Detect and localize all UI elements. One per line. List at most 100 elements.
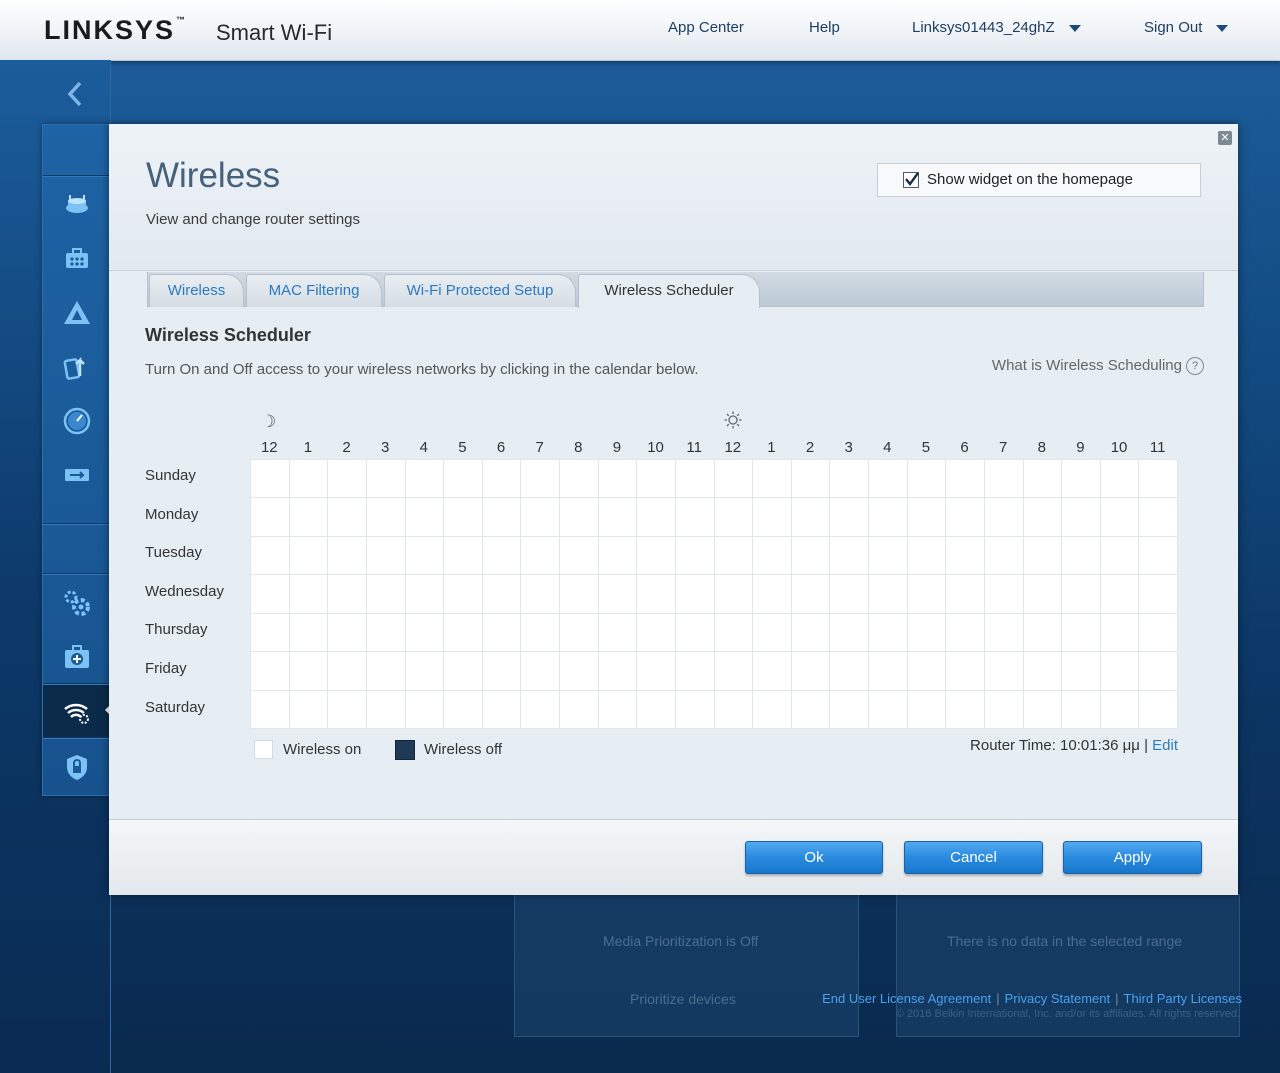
schedule-cell[interactable] — [1023, 460, 1063, 499]
schedule-cell[interactable] — [946, 460, 985, 499]
schedule-cell[interactable] — [714, 536, 754, 576]
linksys-logo[interactable]: LINKSYS™ — [44, 15, 185, 46]
schedule-cell[interactable] — [1139, 652, 1178, 691]
schedule-cell[interactable] — [675, 498, 715, 537]
schedule-cell[interactable] — [366, 613, 406, 653]
schedule-cell[interactable] — [482, 613, 522, 653]
tab-wireless[interactable]: Wireless — [149, 274, 244, 307]
schedule-cell[interactable] — [753, 575, 792, 614]
schedule-cell[interactable] — [869, 575, 908, 614]
schedule-cell[interactable] — [753, 536, 792, 576]
schedule-cell[interactable] — [289, 536, 329, 576]
schedule-cell[interactable] — [637, 536, 676, 576]
schedule-cell[interactable] — [405, 536, 445, 576]
schedule-cell[interactable] — [907, 536, 947, 576]
edit-time-link[interactable]: Edit — [1152, 737, 1178, 754]
schedule-cell[interactable] — [251, 652, 290, 691]
schedule-cell[interactable] — [753, 690, 792, 729]
schedule-cell[interactable] — [1062, 536, 1101, 576]
apply-button[interactable]: Apply — [1063, 841, 1202, 874]
schedule-cell[interactable] — [830, 498, 869, 537]
schedule-cell[interactable] — [869, 460, 908, 499]
schedule-cell[interactable] — [1100, 652, 1140, 691]
schedule-cell[interactable] — [946, 690, 985, 729]
schedule-cell[interactable] — [366, 690, 406, 729]
schedule-cell[interactable] — [1062, 575, 1101, 614]
privacy-link[interactable]: Privacy Statement — [1005, 991, 1111, 1006]
schedule-cell[interactable] — [830, 690, 869, 729]
schedule-cell[interactable] — [598, 575, 638, 614]
show-widget-checkbox[interactable] — [903, 172, 919, 188]
schedule-cell[interactable] — [521, 613, 560, 653]
troubleshooting-icon[interactable] — [43, 631, 111, 683]
schedule-cell[interactable] — [251, 460, 290, 499]
toolbox-icon[interactable] — [43, 233, 111, 285]
tab-wifi-protected-setup[interactable]: Wi-Fi Protected Setup — [384, 274, 576, 307]
schedule-cell[interactable] — [366, 536, 406, 576]
schedule-cell[interactable] — [366, 498, 406, 537]
schedule-cell[interactable] — [637, 613, 676, 653]
schedule-cell[interactable] — [1139, 690, 1178, 729]
schedule-cell[interactable] — [830, 536, 869, 576]
schedule-cell[interactable] — [714, 460, 754, 499]
schedule-cell[interactable] — [289, 690, 329, 729]
schedule-cell[interactable] — [598, 460, 638, 499]
schedule-cell[interactable] — [1062, 652, 1101, 691]
schedule-cell[interactable] — [328, 498, 367, 537]
schedule-cell[interactable] — [444, 652, 483, 691]
schedule-cell[interactable] — [1100, 460, 1140, 499]
schedule-cell[interactable] — [598, 498, 638, 537]
schedule-cell[interactable] — [328, 652, 367, 691]
schedule-cell[interactable] — [521, 652, 560, 691]
schedule-cell[interactable] — [753, 460, 792, 499]
schedule-cell[interactable] — [598, 690, 638, 729]
sign-out-dropdown[interactable]: Sign Out — [1144, 19, 1229, 36]
schedule-cell[interactable] — [1100, 575, 1140, 614]
schedule-cell[interactable] — [1062, 613, 1101, 653]
schedule-cell[interactable] — [366, 575, 406, 614]
tab-mac-filtering[interactable]: MAC Filtering — [246, 274, 382, 307]
schedule-cell[interactable] — [405, 613, 445, 653]
schedule-cell[interactable] — [1139, 536, 1178, 576]
schedule-cell[interactable] — [791, 652, 831, 691]
schedule-cell[interactable] — [251, 536, 290, 576]
schedule-cell[interactable] — [753, 498, 792, 537]
schedule-cell[interactable] — [791, 690, 831, 729]
schedule-cell[interactable] — [907, 613, 947, 653]
schedule-cell[interactable] — [869, 536, 908, 576]
back-arrow-icon[interactable] — [66, 80, 84, 108]
schedule-cell[interactable] — [830, 613, 869, 653]
usb-storage-icon[interactable] — [43, 449, 111, 501]
schedule-cell[interactable] — [289, 498, 329, 537]
schedule-cell[interactable] — [251, 613, 290, 653]
schedule-cell[interactable] — [714, 498, 754, 537]
schedule-cell[interactable] — [907, 690, 947, 729]
schedule-cell[interactable] — [869, 652, 908, 691]
schedule-cell[interactable] — [907, 575, 947, 614]
schedule-cell[interactable] — [560, 575, 599, 614]
schedule-cell[interactable] — [675, 536, 715, 576]
schedule-cell[interactable] — [405, 575, 445, 614]
media-prioritization-icon[interactable] — [43, 341, 111, 393]
schedule-cell[interactable] — [598, 613, 638, 653]
schedule-cell[interactable] — [714, 613, 754, 653]
schedule-cell[interactable] — [946, 652, 985, 691]
show-widget-toggle[interactable]: Show widget on the homepage — [877, 163, 1201, 197]
schedule-cell[interactable] — [675, 460, 715, 499]
ok-button[interactable]: Ok — [745, 841, 883, 874]
schedule-cell[interactable] — [289, 613, 329, 653]
schedule-cell[interactable] — [560, 690, 599, 729]
schedule-cell[interactable] — [560, 536, 599, 576]
schedule-cell[interactable] — [328, 613, 367, 653]
schedule-cell[interactable] — [830, 652, 869, 691]
schedule-cell[interactable] — [869, 613, 908, 653]
schedule-cell[interactable] — [984, 536, 1024, 576]
schedule-cell[interactable] — [251, 575, 290, 614]
schedule-cell[interactable] — [328, 690, 367, 729]
schedule-cell[interactable] — [444, 575, 483, 614]
tab-wireless-scheduler[interactable]: Wireless Scheduler — [578, 274, 760, 308]
schedule-cell[interactable] — [560, 652, 599, 691]
schedule-cell[interactable] — [521, 536, 560, 576]
schedule-cell[interactable] — [791, 498, 831, 537]
schedule-cell[interactable] — [637, 460, 676, 499]
